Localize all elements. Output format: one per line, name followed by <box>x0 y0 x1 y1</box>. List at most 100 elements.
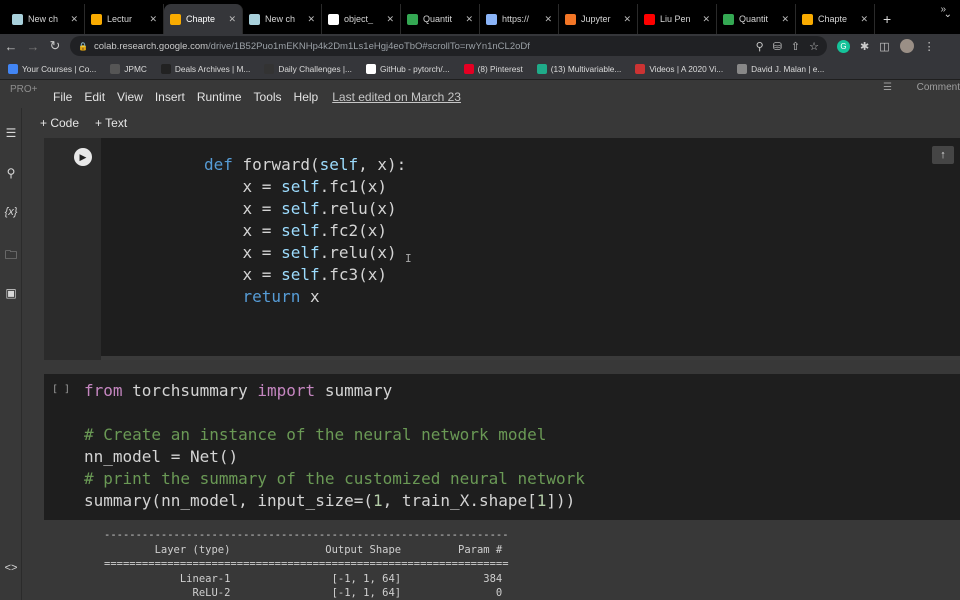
cell-exec-brackets[interactable]: [ ] <box>52 384 70 395</box>
browser-tab[interactable]: Chapte ✕ <box>164 4 243 34</box>
code-line[interactable]: # print the summary of the customized ne… <box>84 468 585 490</box>
code-line[interactable] <box>84 402 585 424</box>
install-app-icon[interactable]: ⛁ <box>773 40 782 53</box>
more-bookmarks-icon[interactable]: » <box>940 4 946 15</box>
bookmark-item[interactable]: JPMC <box>110 63 147 74</box>
browser-tab[interactable]: Chapte ✕ <box>796 4 875 34</box>
menu-item-file[interactable]: File <box>53 90 72 104</box>
search-icon[interactable]: ⚲ <box>2 166 20 180</box>
close-tab-icon[interactable]: ✕ <box>149 14 157 25</box>
code-line[interactable]: summary(nn_model, input_size=(1, train_X… <box>84 490 585 512</box>
back-arrow-icon[interactable]: ← <box>0 39 22 54</box>
close-tab-icon[interactable]: ✕ <box>465 14 473 25</box>
zoom-search-icon[interactable]: ⚲ <box>756 40 764 53</box>
close-tab-icon[interactable]: ✕ <box>544 14 552 25</box>
code-line[interactable]: x = self.fc1(x) <box>204 176 406 198</box>
code-editor[interactable]: def forward(self, x): x = self.fc1(x) x … <box>101 138 960 360</box>
comment-icon[interactable]: ☰ <box>883 82 892 93</box>
files-folder-icon[interactable]: 🗀 <box>2 246 20 267</box>
browser-menu-icon[interactable]: ⋮ <box>924 40 935 53</box>
browser-tab[interactable]: New ch ✕ <box>6 4 85 34</box>
browser-tab[interactable]: Jupyter ✕ <box>559 4 638 34</box>
close-tab-icon[interactable]: ✕ <box>860 14 868 25</box>
browser-tab[interactable]: Quantit ✕ <box>401 4 480 34</box>
text-cursor-icon: I <box>405 252 412 265</box>
code-line[interactable]: x = self.relu(x) <box>204 242 406 264</box>
code-cell-summary[interactable]: [ ] from torchsummary import summary # C… <box>44 374 960 520</box>
browser-tab[interactable]: New ch ✕ <box>243 4 322 34</box>
new-tab-plus-icon[interactable]: + <box>875 11 899 34</box>
close-tab-icon[interactable]: ✕ <box>702 14 710 25</box>
close-tab-icon[interactable]: ✕ <box>386 14 394 25</box>
browser-tab[interactable]: https:// ✕ <box>480 4 559 34</box>
drive-icon <box>723 13 734 25</box>
code-line[interactable]: x = self.relu(x) <box>204 198 406 220</box>
url-path: /drive/1B52Puo1mEKNHp4k2Dm1Ls1eHgj4eoTbO… <box>208 40 530 52</box>
browser-tab[interactable]: Lectur ✕ <box>85 4 164 34</box>
comment-button[interactable]: Comment <box>917 82 960 93</box>
table-of-contents-icon[interactable]: ☰ <box>2 126 20 140</box>
forward-arrow-icon[interactable]: → <box>22 39 44 54</box>
tab-title: Jupyter <box>581 14 611 24</box>
menu-item-help[interactable]: Help <box>294 90 319 104</box>
close-tab-icon[interactable]: ✕ <box>781 14 789 25</box>
bookmark-item[interactable]: Deals Archives | M... <box>160 63 250 74</box>
grammarly-extension-icon[interactable]: G <box>837 39 850 53</box>
cell-output: ----------------------------------------… <box>44 520 960 600</box>
code-line[interactable]: def forward(self, x): <box>204 154 406 176</box>
cell-toolbar: + Code + Text <box>22 108 960 138</box>
reload-icon[interactable]: ↻ <box>44 38 66 54</box>
menu-item-insert[interactable]: Insert <box>155 90 185 104</box>
bookmark-item[interactable]: Your Courses | Co... <box>8 63 96 74</box>
bookmark-item[interactable]: David J. Malan | e... <box>737 63 824 74</box>
bookmark-item[interactable]: Videos | A 2020 Vi... <box>635 63 723 74</box>
code-text[interactable]: from torchsummary import summary # Creat… <box>84 380 585 512</box>
bookmark-item[interactable]: (8) Pinterest <box>463 63 523 74</box>
bookmark-item[interactable]: (13) Multivariable... <box>536 63 621 74</box>
code-line[interactable]: from torchsummary import summary <box>84 380 585 402</box>
bookmark-item[interactable]: GitHub - pytorch/... <box>365 63 450 74</box>
menu-item-tools[interactable]: Tools <box>254 90 282 104</box>
add-text-cell-button[interactable]: + Text <box>95 116 127 130</box>
profile-avatar[interactable] <box>899 39 914 53</box>
browser-tab[interactable]: Liu Pen ✕ <box>638 4 717 34</box>
bookmark-star-icon[interactable]: ☆ <box>809 40 819 53</box>
browser-tab[interactable]: Quantit ✕ <box>717 4 796 34</box>
code-cell-forward[interactable]: ▶ def forward(self, x): x = self.fc1(x) … <box>44 138 960 360</box>
code-line[interactable]: x = self.fc3(x) <box>204 264 406 286</box>
globe-icon <box>486 13 497 25</box>
colab-doc-icon <box>12 13 23 25</box>
close-tab-icon[interactable]: ✕ <box>228 14 236 25</box>
tab-title: New ch <box>265 14 296 24</box>
browser-tab[interactable]: object_ ✕ <box>322 4 401 34</box>
last-edited-link[interactable]: Last edited on March 23 <box>332 90 461 104</box>
code-line[interactable]: # Create an instance of the neural netwo… <box>84 424 585 446</box>
code-line[interactable]: return x <box>204 286 406 308</box>
run-cell-play-icon[interactable]: ▶ <box>74 148 92 166</box>
menu-item-edit[interactable]: Edit <box>84 90 105 104</box>
move-cell-up-icon[interactable]: ↑ <box>932 146 954 164</box>
code-line[interactable]: nn_model = Net() <box>84 446 585 468</box>
variables-icon[interactable]: {x} <box>2 206 20 218</box>
tab-title: Quantit <box>423 14 453 24</box>
menu-item-view[interactable]: View <box>117 90 143 104</box>
tab-title: Quantit <box>739 14 769 24</box>
menu-item-runtime[interactable]: Runtime <box>197 90 242 104</box>
bookmark-favicon-icon <box>737 63 748 74</box>
code-line[interactable]: x = self.fc2(x) <box>204 220 406 242</box>
bookmark-item[interactable]: Daily Challenges |... <box>264 63 352 74</box>
code-text[interactable]: def forward(self, x): x = self.fc1(x) x … <box>204 154 406 308</box>
code-snippets-icon[interactable]: <> <box>2 562 20 574</box>
colab-logo-icon <box>802 13 813 25</box>
secrets-panel-icon[interactable]: ▣ <box>2 286 20 300</box>
share-icon[interactable]: ⇧ <box>791 40 800 53</box>
extensions-puzzle-icon[interactable]: ✱ <box>860 40 869 53</box>
close-tab-icon[interactable]: ✕ <box>70 14 78 25</box>
close-tab-icon[interactable]: ✕ <box>307 14 315 25</box>
add-code-cell-button[interactable]: + Code <box>40 116 79 130</box>
address-bar[interactable]: 🔒 colab.research.google.com/drive/1B52Pu… <box>70 36 827 56</box>
close-tab-icon[interactable]: ✕ <box>623 14 631 25</box>
output-rule: ========================================… <box>104 558 509 570</box>
bookmark-favicon-icon <box>110 63 121 74</box>
side-panel-icon[interactable]: ◫ <box>879 40 889 53</box>
